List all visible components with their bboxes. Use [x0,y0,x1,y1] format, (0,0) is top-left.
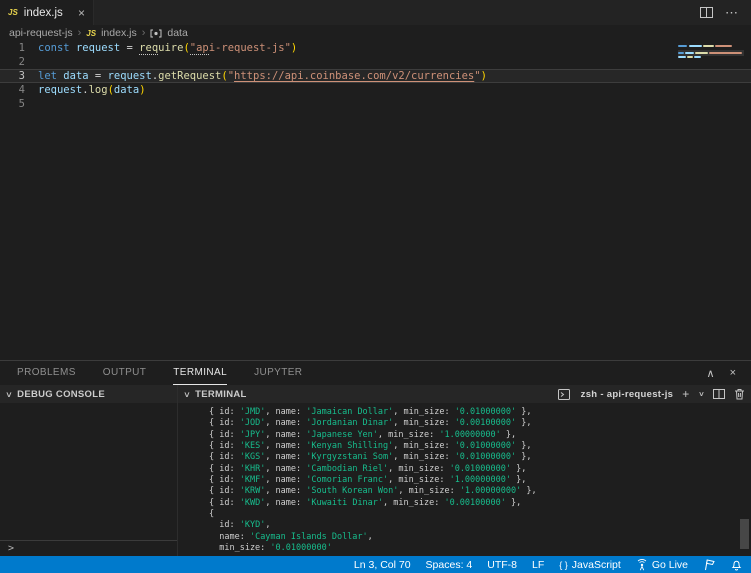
debug-console-input[interactable]: > [0,540,177,556]
terminal-line: { [209,509,215,520]
close-tab-icon[interactable]: × [78,7,85,19]
line-number: 2 [18,56,25,68]
breadcrumb-symbol[interactable]: data [167,27,187,39]
split-terminal-icon[interactable] [713,389,725,399]
feedback-icon[interactable] [703,558,716,571]
debug-console-header[interactable]: ∨ DEBUG CONSOLE [0,385,177,403]
breadcrumb-file[interactable]: index.js [101,27,137,39]
terminal-line: name: 'Cayman Islands Dollar', [209,531,373,542]
tab-output[interactable]: OUTPUT [103,361,147,385]
line-number: 1 [18,42,25,54]
braces-icon: { } [559,559,568,570]
breadcrumb-project[interactable]: api-request-js [9,27,73,39]
terminal-title: TERMINAL [195,388,247,400]
terminal-line: { id: 'JOD', name: 'Jordanian Dinar', mi… [209,418,532,429]
vscode-window: JS index.js × ⋯ api-request-js › JS inde… [0,0,751,573]
code-line[interactable]: 5 [0,97,751,111]
chevron-right-icon: › [77,27,82,39]
terminal-header[interactable]: ∨ TERMINAL zsh - api-request-js + ∨ [178,385,751,403]
tab-index-js[interactable]: JS index.js × [0,0,94,25]
kill-terminal-trash-icon[interactable] [734,388,745,400]
chevron-down-icon: ∨ [5,389,14,399]
terminal-line: id: 'KYD', [209,520,271,531]
chevron-right-icon: › [141,27,146,39]
go-live-button[interactable]: Go Live [636,559,688,571]
notifications-bell-icon[interactable] [731,559,742,571]
terminal-session-label[interactable]: zsh - api-request-js [581,389,674,400]
panel-actions: ∧ × [707,361,751,385]
status-bar: Ln 3, Col 70 Spaces: 4 UTF-8 LF { } Java… [0,556,751,573]
prompt-icon: > [8,543,15,554]
chevron-down-icon: ∨ [183,389,192,399]
indentation-setting[interactable]: Spaces: 4 [426,559,473,571]
terminal-actions: zsh - api-request-js + ∨ [557,387,745,401]
tab-label: index.js [23,6,63,19]
encoding-setting[interactable]: UTF-8 [487,559,517,571]
cursor-position[interactable]: Ln 3, Col 70 [354,559,411,571]
line-number: 4 [18,84,25,96]
breadcrumb: api-request-js › JS index.js › data [0,25,751,41]
debug-console-body [0,403,177,540]
code-line[interactable]: 1 const request = require("api-request-js… [0,41,751,55]
code-line[interactable]: 3 let data = request.getRequest("https://… [0,69,751,83]
terminal-output[interactable]: { id: 'JMD', name: 'Jamaican Dollar', mi… [178,403,751,556]
split-editor-icon[interactable] [700,7,713,18]
more-actions-icon[interactable]: ⋯ [725,5,739,21]
terminal-line: min_size: '0.01000000' [209,543,332,554]
panel-body: ∨ DEBUG CONSOLE > ∨ TERMINAL zsh - api-r… [0,385,751,556]
code-line[interactable]: 4 request.log(data) [0,83,751,97]
panel-tab-bar: PROBLEMS OUTPUT TERMINAL JUPYTER ∧ × [0,361,751,385]
terminal-line: { id: 'KES', name: 'Kenyan Shilling', mi… [209,441,532,452]
terminal-line: { id: 'JPY', name: 'Japanese Yen', min_s… [209,429,517,440]
terminal-line: { id: 'KHR', name: 'Cambodian Riel', min… [209,463,527,474]
broadcast-icon [636,558,648,571]
line-number: 5 [18,98,25,110]
tab-problems[interactable]: PROBLEMS [17,361,76,385]
terminal-icon [557,388,570,400]
maximize-panel-icon[interactable]: ∧ [707,367,715,380]
debug-console-pane: ∨ DEBUG CONSOLE > [0,385,178,556]
code-text: let data = request.getRequest("https://a… [38,70,487,82]
minimap[interactable] [678,43,744,113]
editor-actions: ⋯ [700,0,751,25]
close-panel-icon[interactable]: × [730,367,736,379]
code-text: request.log(data) [38,84,146,96]
new-terminal-icon[interactable]: + [682,387,689,401]
tab-bar: JS index.js × ⋯ [0,0,751,25]
tab-jupyter[interactable]: JUPYTER [254,361,302,385]
language-mode[interactable]: { } JavaScript [559,559,621,571]
bottom-panel: PROBLEMS OUTPUT TERMINAL JUPYTER ∧ × ∨ D… [0,360,751,556]
terminal-line: { id: 'KMF', name: 'Comorian Franc', min… [209,475,527,486]
terminal-line: { id: 'KWD', name: 'Kuwaiti Dinar', min_… [209,497,522,508]
line-number: 3 [18,70,25,82]
javascript-file-icon: JS [86,28,97,38]
terminal-dropdown-icon[interactable]: ∨ [698,390,705,398]
tab-terminal[interactable]: TERMINAL [173,361,228,385]
eol-setting[interactable]: LF [532,559,544,571]
code-line[interactable]: 2 [0,55,751,69]
code-text: const request = require("api-request-js"… [38,42,298,55]
code-editor[interactable]: 1 const request = require("api-request-js… [0,41,751,360]
terminal-scrollbar[interactable] [740,519,749,549]
terminal-line: { id: 'KRW', name: 'South Korean Won', m… [209,486,537,497]
terminal-pane: ∨ TERMINAL zsh - api-request-js + ∨ {id… [178,385,751,556]
terminal-line: { id: 'JMD', name: 'Jamaican Dollar', mi… [209,407,532,417]
terminal-line: { id: 'KGS', name: 'Kyrgyzstani Som', mi… [209,452,532,463]
javascript-file-icon: JS [8,8,18,17]
debug-console-title: DEBUG CONSOLE [17,388,105,400]
symbol-variable-icon [150,29,162,38]
code-lines: 1 const request = require("api-request-js… [0,41,751,111]
